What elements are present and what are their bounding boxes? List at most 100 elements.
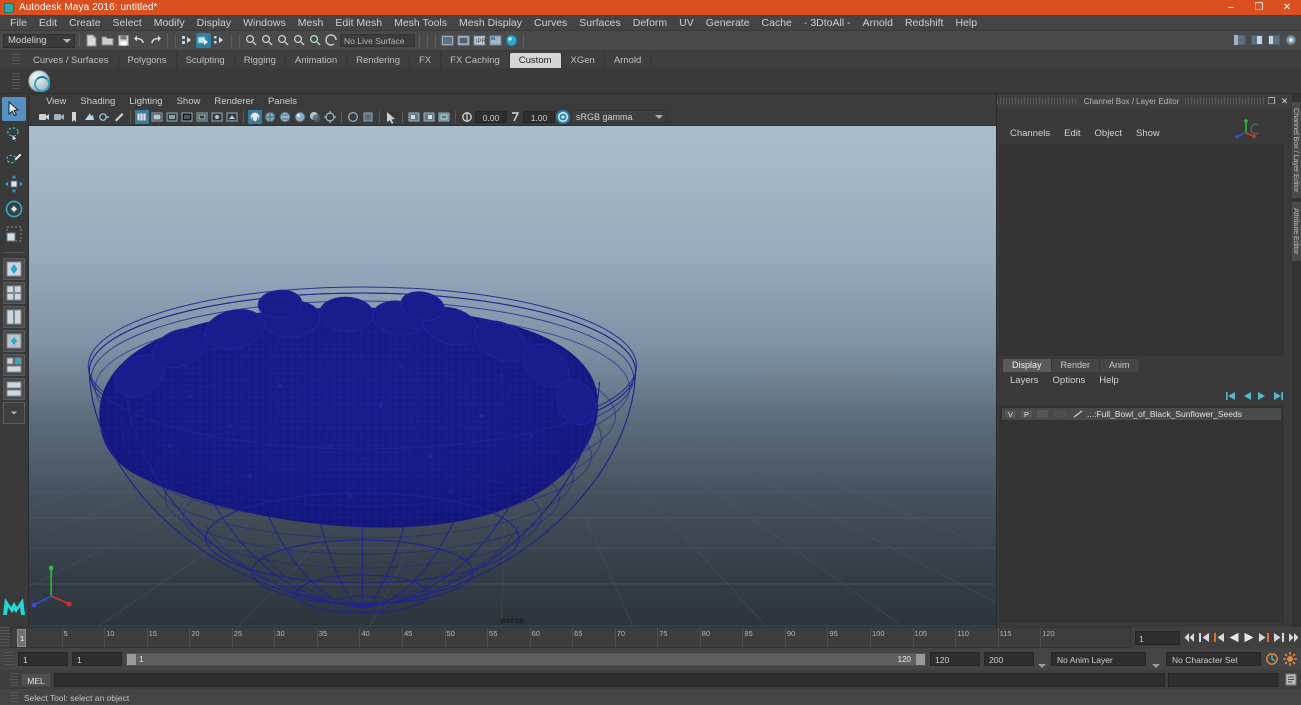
two-sided-lighting-icon[interactable] [97,110,111,124]
layer-visibility-toggle[interactable]: V [1004,409,1017,419]
viewport-3d[interactable]: persp [29,126,996,627]
channel-box-menu-edit[interactable]: Edit [1057,128,1087,139]
select-by-object-icon[interactable] [196,33,211,48]
menu-item-arnold[interactable]: Arnold [857,15,899,31]
channel-box-menu-channels[interactable]: Channels [1003,128,1057,139]
save-scene-icon[interactable] [116,33,131,48]
menu-item-edit[interactable]: Edit [33,15,63,31]
smooth-shade-all-icon[interactable] [248,109,262,124]
new-scene-icon[interactable] [84,33,99,48]
exposure-value[interactable]: 0.00 [475,110,507,123]
range-end-field[interactable]: 120 [930,652,980,666]
menu-item-generate[interactable]: Generate [700,15,756,31]
command-input[interactable] [54,672,1165,687]
shelf-tab-rendering[interactable]: Rendering [347,53,410,68]
show-render-view-icon[interactable] [440,33,455,48]
vertical-tab-attribute-editor[interactable]: Attribute Editor [1292,202,1301,261]
custom-shelf-button[interactable] [28,69,50,92]
redo-icon[interactable] [148,33,163,48]
viewport-menu-show[interactable]: Show [170,96,208,107]
four-view-layout[interactable] [3,282,25,304]
shelf-tab-custom[interactable]: Custom [509,53,562,68]
current-time-indicator[interactable]: 1 [17,629,26,647]
use-all-lights-icon[interactable] [293,110,307,124]
layer-tab-anim[interactable]: Anim [1100,359,1139,372]
menu-item-redshift[interactable]: Redshift [899,15,950,31]
menu-item-mesh-tools[interactable]: Mesh Tools [388,15,453,31]
select-by-component-icon[interactable] [212,33,227,48]
shelf-tab-animation[interactable]: Animation [285,53,348,68]
multisample-icon[interactable] [361,110,375,124]
channel-box-menu-show[interactable]: Show [1129,128,1167,139]
layer-playback-toggle[interactable]: P [1020,409,1033,419]
menu-item-surfaces[interactable]: Surfaces [573,15,626,31]
close-button[interactable]: ✕ [1273,0,1301,15]
play-forwards-icon[interactable] [1242,631,1255,645]
snap-to-view-plane-icon[interactable] [308,33,323,48]
outliner-persp-layout[interactable] [3,330,25,352]
vertical-tab-channel-box-layer-editor[interactable]: Channel Box / Layer Editor [1292,102,1301,199]
select-camera-icon[interactable] [37,110,51,124]
persp-graph-layout[interactable] [3,378,25,400]
snap-to-curve-icon[interactable] [260,33,275,48]
undo-icon[interactable] [132,33,147,48]
channel-box-body[interactable] [999,144,1284,356]
layer-first-icon[interactable] [1225,391,1236,401]
resolution-gate-icon[interactable] [165,110,179,124]
script-editor-icon[interactable] [1285,673,1297,686]
two-pane-side-layout[interactable] [3,306,25,328]
menu-item-select[interactable]: Select [107,15,148,31]
play-backwards-icon[interactable] [1227,631,1240,645]
menu-item-deform[interactable]: Deform [627,15,673,31]
layer-list[interactable]: V P ...:Full_Bowl_of_Black_Sunflower_Seeds [999,405,1284,623]
menu-item-modify[interactable]: Modify [148,15,191,31]
layer-menu-help[interactable]: Help [1092,375,1126,386]
shelf-tab-arnold[interactable]: Arnold [604,53,652,68]
view-transform-selector[interactable]: sRGB gamma [571,110,667,123]
maximize-button[interactable]: ❐ [1245,0,1273,15]
go-to-start-icon[interactable] [1182,631,1195,645]
menu-item-file[interactable]: File [4,15,33,31]
drag-handle[interactable] [997,98,1078,104]
viewport-menu-shading[interactable]: Shading [73,96,122,107]
shadows-icon[interactable] [308,110,322,124]
grid-toggle-icon[interactable] [135,109,149,124]
range-start-field[interactable]: 1 [72,652,122,666]
menu-item-curves[interactable]: Curves [528,15,573,31]
paint-select-tool[interactable] [2,147,26,171]
layer-prev-icon[interactable] [1241,391,1252,401]
time-slider[interactable]: 1 5 10 15 20 25 30 35 40 45 50 55 60 65 70 75 80 85 90 95 1… [10,627,1131,648]
hypershade-icon[interactable] [504,33,519,48]
shelf-tab-xgen[interactable]: XGen [561,53,605,68]
menu-item-help[interactable]: Help [949,15,983,31]
character-set-selector[interactable]: No Character Set [1166,652,1261,666]
menu-item-3dtoall[interactable]: - 3DtoAll - [798,15,857,31]
rotate-tool[interactable] [2,197,26,221]
command-line-grip[interactable] [10,672,18,687]
depth-of-field-icon[interactable] [384,110,398,124]
image-plane-icon[interactable] [82,110,96,124]
viewport-menu-view[interactable]: View [39,96,73,107]
open-scene-icon[interactable] [100,33,115,48]
camera-attributes-icon[interactable] [52,110,66,124]
layer-next-icon[interactable] [1257,391,1268,401]
lasso-select-tool[interactable] [2,122,26,146]
xray-joints-icon[interactable] [210,110,224,124]
menu-item-mesh[interactable]: Mesh [292,15,330,31]
anim-start-field[interactable]: 1 [18,652,68,666]
wireframe-on-shaded-icon[interactable] [263,110,277,124]
menu-item-mesh-display[interactable]: Mesh Display [453,15,528,31]
film-gate-2-icon[interactable] [437,110,451,124]
float-panel-button[interactable]: ❐ [1266,96,1277,107]
shelf-grip[interactable] [12,54,20,66]
shelf-tab-sculpting[interactable]: Sculpting [176,53,235,68]
move-tool[interactable] [2,172,26,196]
sidebar-toggle-icon[interactable] [1233,33,1248,48]
viewport-menu-panels[interactable]: Panels [261,96,304,107]
more-layouts[interactable] [3,402,25,424]
current-frame-field[interactable]: 1 [1135,630,1180,645]
range-handle-end[interactable] [916,653,925,665]
single-perspective-layout[interactable] [3,258,25,280]
chevron-down-icon[interactable] [1152,664,1160,668]
chevron-down-icon[interactable] [1038,664,1046,668]
